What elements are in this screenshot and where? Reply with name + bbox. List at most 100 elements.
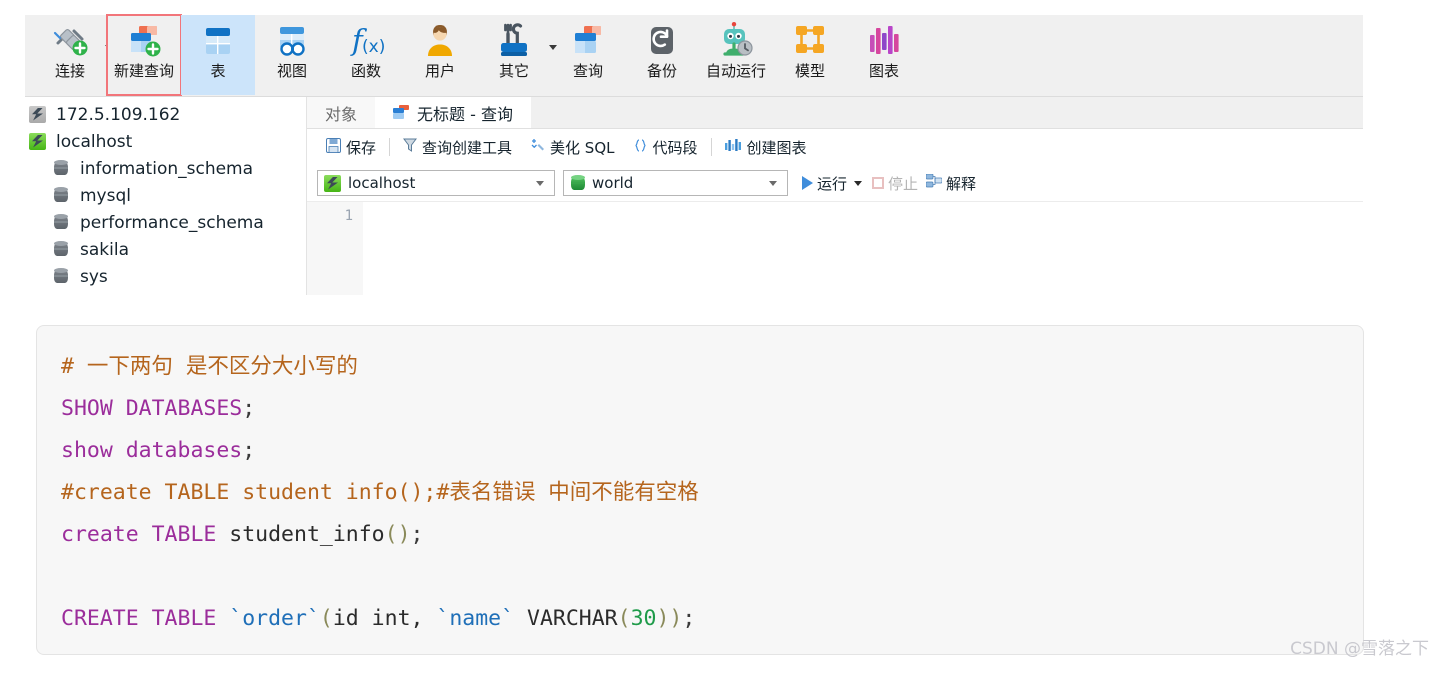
- toolbar-button-label: 用户: [424, 62, 455, 80]
- toolbar-divider: [389, 138, 391, 156]
- toolbar-button-query[interactable]: 查询: [551, 15, 625, 95]
- main-toolbar: 连接 新建查询 表 视图 f (x) 函数 用户 其它 查询 备份 自动运行 模…: [25, 14, 1363, 97]
- database-select[interactable]: world: [563, 170, 788, 196]
- toolbar-button-label: 视图: [276, 62, 307, 80]
- toolbar-button-label: 自动运行: [705, 62, 766, 80]
- code-token-keyword: CREATE TABLE: [61, 606, 230, 631]
- query-builder-button[interactable]: 查询创建工具: [394, 135, 521, 159]
- backup-icon: [641, 21, 683, 61]
- chevron-down-icon-2: [769, 180, 777, 186]
- tree-item-label: performance_schema: [80, 212, 264, 233]
- function-fx-icon: f (x): [345, 21, 387, 61]
- toolbar-button-label: 图表: [868, 62, 899, 80]
- tree-item-localhost[interactable]: localhost: [25, 128, 306, 155]
- toolbar-button-table[interactable]: 表: [181, 15, 255, 95]
- tree-item-mysql[interactable]: mysql: [25, 182, 306, 209]
- table-icon: [197, 21, 239, 61]
- tree-item-label: sakila: [80, 239, 129, 260]
- toolbar-button-chart[interactable]: 图表: [847, 15, 921, 95]
- connection-select[interactable]: localhost: [317, 170, 555, 196]
- code-token-quoted: `name`: [436, 606, 515, 631]
- stop-button: 停止: [872, 173, 918, 194]
- watermark: CSDN @雪落之下: [1290, 639, 1429, 659]
- play-icon: [802, 176, 813, 190]
- toolbar-button-automation-bot[interactable]: 自动运行: [699, 15, 773, 95]
- toolbar-button-label: 模型: [794, 62, 825, 80]
- code-token-ident: student_info: [229, 522, 385, 547]
- code-line: create TABLE student_info();: [61, 514, 1363, 556]
- tree-item-information_schema[interactable]: information_schema: [25, 155, 306, 182]
- database-icon: [53, 240, 73, 259]
- sql-editor[interactable]: 1: [307, 201, 1363, 295]
- code-token-punct: ;: [242, 396, 256, 421]
- code-token-paren: (): [384, 522, 411, 547]
- toolbar-button-other-tools[interactable]: 其它: [477, 15, 557, 95]
- server-icon: [29, 105, 49, 124]
- tree-item-label: localhost: [56, 131, 133, 152]
- code-line: show databases;: [61, 430, 1363, 472]
- beautify-sql-button[interactable]: 美化 SQL: [521, 135, 623, 159]
- connect-plug-icon: [49, 21, 91, 61]
- editor-panel: 对象 无标题 - 查询 保存 查询创建工具 美化 SQL 代码段 创建图表 lo…: [306, 97, 1363, 295]
- line-number-gutter: 1: [307, 202, 363, 295]
- save-button[interactable]: 保存: [317, 135, 385, 159]
- code-token-ident: VARCHAR: [514, 606, 618, 631]
- toolbar-button-connect-plug[interactable]: 连接: [33, 15, 113, 95]
- app-body: 172.5.109.162 localhost information_schema…: [25, 97, 1363, 295]
- toolbar-button-model[interactable]: 模型: [773, 15, 847, 95]
- tab-query[interactable]: 无标题 - 查询: [375, 97, 531, 128]
- code-token-punct: ;: [242, 438, 256, 463]
- toolbar-button-view[interactable]: 视图: [255, 15, 329, 95]
- toolbar-button-function-fx[interactable]: f (x) 函数: [329, 15, 403, 95]
- sparkle-wand-icon: [530, 138, 545, 157]
- toolbar-button-label: 备份: [646, 62, 677, 80]
- code-token-keyword: SHOW DATABASES: [61, 396, 243, 421]
- other-tools-icon: [493, 21, 535, 61]
- tab-objects[interactable]: 对象: [307, 97, 376, 128]
- query-toolbar: 保存 查询创建工具 美化 SQL 代码段 创建图表: [307, 129, 1363, 165]
- connection-tree-sidebar[interactable]: 172.5.109.162 localhost information_schema…: [25, 97, 306, 295]
- code-line: # 一下两句 是不区分大小写的: [61, 346, 1363, 388]
- tree-item-label: 172.5.109.162: [56, 104, 181, 125]
- run-button[interactable]: 运行: [802, 173, 864, 194]
- code-token-keyword: show databases: [61, 438, 243, 463]
- tab-query-label: 无标题 - 查询: [417, 104, 513, 124]
- tree-item-performance_schema[interactable]: performance_schema: [25, 209, 306, 236]
- run-row: localhost world 运行 停止 解释: [307, 165, 1363, 201]
- toolbar-button-user[interactable]: 用户: [403, 15, 477, 95]
- beautify-sql-label: 美化 SQL: [550, 138, 615, 157]
- toolbar-button-label: 其它: [498, 62, 529, 80]
- create-chart-label: 创建图表: [746, 138, 807, 157]
- code-token-paren: )): [656, 606, 683, 631]
- toolbar-divider-2: [710, 138, 712, 156]
- toolbar-button-backup[interactable]: 备份: [625, 15, 699, 95]
- code-token-ident: id int,: [332, 606, 437, 631]
- code-line: #create TABLE student info();#表名错误 中间不能有…: [61, 472, 1363, 514]
- tree-item-sakila[interactable]: sakila: [25, 236, 306, 263]
- explain-button[interactable]: 解释: [925, 173, 976, 194]
- bar-chart-icon: [724, 138, 742, 156]
- tree-item-sys[interactable]: sys: [25, 263, 306, 290]
- run-dropdown-caret-icon[interactable]: [854, 180, 863, 186]
- query-builder-icon: [403, 138, 418, 157]
- query-icon: [567, 21, 609, 61]
- code-block: # 一下两句 是不区分大小写的 SHOW DATABASES; show datab…: [36, 325, 1364, 655]
- create-chart-button[interactable]: 创建图表: [716, 135, 816, 159]
- database-icon: [53, 267, 73, 286]
- tree-item-172-5-109-162[interactable]: 172.5.109.162: [25, 101, 306, 128]
- code-token-punct: ;: [410, 522, 424, 547]
- connection-select-value: localhost: [348, 174, 416, 192]
- toolbar-button-label: 表: [210, 62, 226, 80]
- tab-objects-label: 对象: [325, 104, 358, 124]
- tab-strip: 对象 无标题 - 查询: [307, 97, 1363, 129]
- run-label: 运行: [817, 174, 848, 193]
- sql-editor-surface[interactable]: [363, 202, 1363, 295]
- save-icon: [326, 137, 341, 157]
- toolbar-button-label: 连接: [54, 62, 85, 80]
- code-snippet-button[interactable]: 代码段: [624, 135, 707, 159]
- toolbar-button-new-query[interactable]: 新建查询: [106, 14, 182, 96]
- database-icon: [53, 213, 73, 232]
- code-token-keyword: create TABLE: [61, 522, 230, 547]
- explain-icon: [925, 173, 943, 192]
